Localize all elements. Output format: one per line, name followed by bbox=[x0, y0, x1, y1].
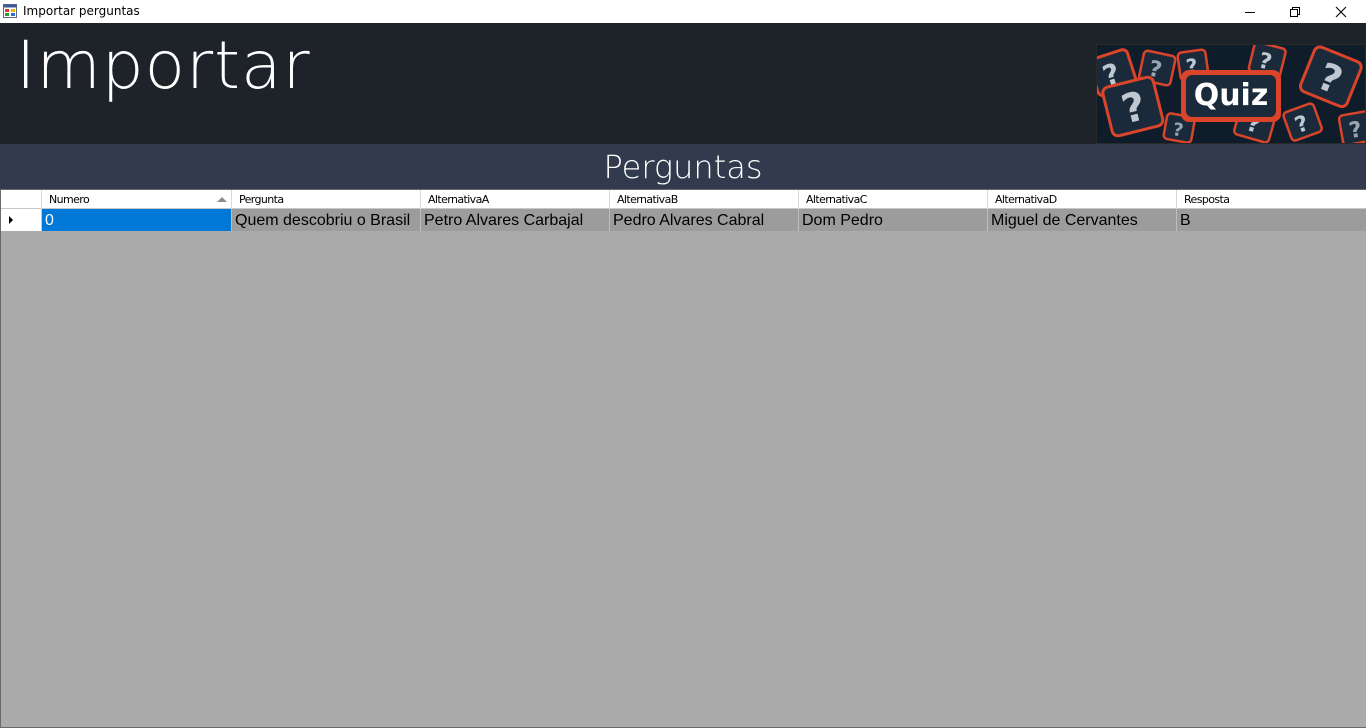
cell-numero[interactable]: 0 bbox=[42, 209, 232, 231]
quiz-logo-art: ? ? ? ? ? ? ? ? ? ? Quiz bbox=[1097, 45, 1365, 143]
restore-icon bbox=[1290, 6, 1300, 17]
grid-header: Numero Pergunta AlternativaA Alternativa… bbox=[1, 189, 1366, 209]
close-icon bbox=[1335, 6, 1347, 17]
current-row-icon bbox=[9, 216, 13, 224]
column-header-alternativa-a[interactable]: AlternativaA bbox=[421, 190, 610, 209]
column-header-label: AlternativaD bbox=[995, 193, 1057, 206]
grid-corner[interactable] bbox=[1, 190, 42, 209]
column-header-label: Resposta bbox=[1184, 193, 1230, 206]
row-header[interactable] bbox=[1, 209, 42, 231]
column-header-alternativa-c[interactable]: AlternativaC bbox=[799, 190, 988, 209]
minimize-icon bbox=[1245, 11, 1255, 13]
app-form-icon bbox=[3, 4, 17, 18]
quiz-logo-text: Quiz bbox=[1194, 78, 1269, 113]
column-header-label: Numero bbox=[49, 193, 90, 206]
column-header-label: Pergunta bbox=[239, 193, 284, 206]
questions-grid[interactable]: Numero Pergunta AlternativaA Alternativa… bbox=[0, 189, 1366, 728]
header-panel: Importar ? ? ? ? ? ? ? ? ? ? Quiz bbox=[0, 23, 1366, 144]
window-titlebar[interactable]: Importar perguntas bbox=[0, 0, 1366, 23]
restore-button[interactable] bbox=[1272, 0, 1318, 23]
cell-pergunta[interactable]: Quem descobriu o Brasil bbox=[232, 209, 421, 231]
column-header-numero[interactable]: Numero bbox=[42, 190, 232, 209]
cell-alternativa-c[interactable]: Dom Pedro bbox=[799, 209, 988, 231]
close-button[interactable] bbox=[1318, 0, 1364, 23]
column-header-alternativa-b[interactable]: AlternativaB bbox=[610, 190, 799, 209]
column-header-resposta[interactable]: Resposta bbox=[1177, 190, 1366, 209]
quiz-logo: ? ? ? ? ? ? ? ? ? ? Quiz bbox=[1096, 44, 1366, 144]
column-header-label: AlternativaB bbox=[617, 193, 678, 206]
cell-resposta[interactable]: B bbox=[1177, 209, 1366, 231]
section-bar: Perguntas bbox=[0, 144, 1366, 189]
column-header-alternativa-d[interactable]: AlternativaD bbox=[988, 190, 1177, 209]
cell-alternativa-a[interactable]: Petro Alvares Carbajal bbox=[421, 209, 610, 231]
minimize-button[interactable] bbox=[1227, 0, 1273, 23]
window-title: Importar perguntas bbox=[23, 4, 140, 18]
section-title: Perguntas bbox=[603, 148, 763, 186]
column-header-pergunta[interactable]: Pergunta bbox=[232, 190, 421, 209]
cell-alternativa-d[interactable]: Miguel de Cervantes bbox=[988, 209, 1177, 231]
column-header-label: AlternativaC bbox=[806, 193, 867, 206]
column-header-label: AlternativaA bbox=[428, 193, 489, 206]
cell-alternativa-b[interactable]: Pedro Alvares Cabral bbox=[610, 209, 799, 231]
page-title: Importar bbox=[16, 27, 311, 104]
sort-ascending-icon bbox=[217, 197, 227, 202]
table-row[interactable]: 0 Quem descobriu o Brasil Petro Alvares … bbox=[1, 209, 1366, 231]
